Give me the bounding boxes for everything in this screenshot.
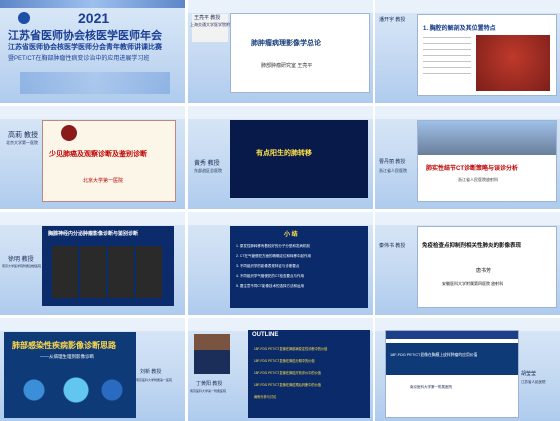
speaker-affiliation: 南京医科大学第一附属医院 [190,389,227,393]
university-seal [61,125,77,141]
video-tile[interactable]: 小 结 1. 原发性肺转移有着较好的分子分型和发病机制 2. CT在气管侵犯方面… [188,212,373,315]
speaker-name: 曹丹丽 教授 [379,159,406,165]
slide-title: 1. 胸腔的解剖及其位置特点 [423,26,496,32]
video-tile[interactable]: 曹丹丽 教授 浙江省人民医院 肺实性结节CT诊断策略与误诊分析 浙江省人民医院放… [375,106,560,209]
anatomy-figure [476,35,550,91]
video-tile[interactable]: 肺部感染性疾病影像诊断思路 ——从病理生理到影像诊断 刘新 教授 南京医科大学附… [0,318,185,421]
slide-subtitle: 安徽医科大学附属第四医院 放射科 [442,281,504,286]
speaker-affiliation: 上海交通大学医学院附属 [190,22,234,27]
bullet-item: 18F-FDG PET/CT显像在肺癌疗效评价中的价值 [254,371,321,375]
slide-view: 免疫检查点抑制剂相关性肺炎的影像表现 唐书芳 安徽医科大学附属第四医院 放射科 [417,226,557,308]
speaker-affiliation: 浙江省人民医院 [379,168,407,173]
slide-view: 肺肿瘤病理影像学总论 肺部肿瘤研究室 王亮平 [230,13,370,93]
slide-view: 18F-FDG PET/CT显像在胸膜上皮样肿瘤的应用价值 南京医科大学第一附属… [385,330,519,418]
video-tile[interactable]: 18F-FDG PET/CT显像在胸膜上皮样肿瘤的应用价值 南京医科大学第一附属… [375,318,560,421]
slide-notes [423,37,471,77]
video-tile[interactable]: 2021 江苏省医师协会核医学医师年会 江苏省医师协会核医学医师分会青年教师讲课… [0,0,185,103]
speaker-name: 高莉 教授 [8,132,38,139]
video-tile[interactable]: 秦伟书 教授 免疫检查点抑制剂相关性肺炎的影像表现 唐书芳 安徽医科大学附属第四… [375,212,560,315]
video-tile[interactable]: 丁黄阳 教授 南京医科大学第一附属医院 OUTLINE 18F-FDG PET/… [188,318,373,421]
title-line-2: 江苏省医师协会核医学医师分会青年教师讲课比赛 [8,44,162,51]
slide-banner [386,343,518,375]
speaker-name: 胡莹莹 [521,371,537,377]
slide-title: 少见肺癌及观察诊断及鉴别诊断 [49,151,147,158]
building-photo [418,121,556,155]
title-line-3: 暨PET/CT在胸部肿瘤性病变诊治中的应用进展学习班 [8,56,150,62]
slide-view: 小 结 1. 原发性肺转移有着较好的分子分型和发病机制 2. CT在气管侵犯方面… [230,226,368,308]
slide-view: 胸腺神经内分泌肿瘤影像诊断与鉴别诊断 [42,226,174,306]
conference-logo [18,12,30,24]
speaker-name: 秦伟书 教授 [379,243,406,249]
bullet-item: 4. 不同组织学气管侵犯的CT检查要点与作用 [236,274,305,278]
speaker-name: 潘开宇 教授 [379,17,406,23]
logo-row [20,72,170,94]
speaker-video [194,334,230,374]
video-tile[interactable]: 高莉 教授 北京大学第一医院 少见肺癌及观察诊断及鉴别诊断 北京大学第一医院 [0,106,185,209]
slide-subtitle: ——从病理生理到影像诊断 [40,354,94,359]
speaker-affiliation: 南京医科大学附属第一医院 [136,378,173,382]
video-conference-grid: 2021 江苏省医师协会核医学医师年会 江苏省医师协会核医学医师分会青年教师讲课… [0,0,560,421]
video-tile[interactable]: 王亮平 教授 上海交通大学医学院附属 肺肿瘤病理影像学总论 肺部肿瘤研究室 王亮… [188,0,373,103]
slide-title: 肺肿瘤病理影像学总论 [251,40,321,47]
bullet-item: 病例分析与讨论 [254,395,277,399]
slide-title: 肺部感染性疾病影像诊断思路 [12,341,116,350]
ct-scan-images [52,246,164,298]
slide-subtitle: 北京大学第一医院 [83,178,124,184]
year-label: 2021 [78,10,110,26]
bullet-item: 3. 不同组织学的影像表现特征与诊断要点 [236,264,300,268]
slide-title: 18F-FDG PET/CT显像在胸膜上皮样肿瘤的应用价值 [390,353,478,357]
speaker-affiliation: 东部战区总医院 [194,168,222,173]
speaker-name: 丁黄阳 教授 [196,381,223,387]
slide-view: 有点阳生的肺转移 [230,120,368,198]
video-tile[interactable]: 黄秀 教授 东部战区总医院 有点阳生的肺转移 [188,106,373,209]
slide-view: 肺部感染性疾病影像诊断思路 ——从病理生理到影像诊断 [4,332,136,418]
bullet-item: 18F-FDG PET/CT显像在肺癌预后判断中的价值 [254,383,321,387]
slide-subtitle: 浙江省人民医院放射科 [458,177,498,182]
title-line-1: 江苏省医师协会核医学医师年会 [8,30,162,42]
bullet-item: 18F-FDG PET/CT显像在肺癌分期中的价值 [254,359,315,363]
slide-title: 有点阳生的肺转移 [256,150,312,157]
slide-subtitle: 南京医科大学第一附属医院 [410,385,452,389]
slide-title: 小 结 [284,232,298,238]
bullet-item: 2. CT在气管侵犯方面的精确定位和转移中起作用 [236,254,312,258]
speaker-name: 徐明 教授 [8,257,34,263]
speaker-name: 王亮平 教授 [194,15,221,21]
speaker-name: 黄秀 教授 [194,161,220,167]
microbe-images [10,368,130,412]
bullet-item: 18F-FDG PET/CT显像在肺部病变定性诊断中的价值 [254,347,328,351]
slide-view: 肺实性结节CT诊断策略与误诊分析 浙江省人民医院放射科 [417,120,557,202]
slide-author: 唐书芳 [476,268,492,274]
video-tile[interactable]: 徐明 教授 南京大学医学院附属鼓楼医院 胸腺神经内分泌肿瘤影像诊断与鉴别诊断 [0,212,185,315]
slide-title: 肺实性结节CT诊断策略与误诊分析 [426,166,518,172]
speaker-affiliation: 南京大学医学院附属鼓楼医院 [2,264,42,268]
slide-title: 免疫检查点抑制剂相关性肺炎的影像表现 [422,243,522,249]
bullet-item: 5. 要注意不同CT影像技术的选择方法和运用 [236,284,305,288]
slide-view: OUTLINE 18F-FDG PET/CT显像在肺部病变定性诊断中的价值 18… [248,330,370,418]
slide-subtitle: 肺部肿瘤研究室 王亮平 [261,63,313,69]
slide-view: 1. 胸腔的解剖及其位置特点 [417,14,557,96]
speaker-affiliation: 江苏省人民医院 [521,380,546,384]
video-tile[interactable]: 潘开宇 教授 1. 胸腔的解剖及其位置特点 [375,0,560,103]
slide-title: 胸腺神经内分泌肿瘤影像诊断与鉴别诊断 [48,231,139,237]
speaker-affiliation: 北京大学第一医院 [6,140,38,145]
speaker-name: 刘新 教授 [140,369,162,375]
slide-header-band [386,331,518,339]
bullet-item: 1. 原发性肺转移有着较好的分子分型和发病机制 [236,244,310,248]
slide-view: 少见肺癌及观察诊断及鉴别诊断 北京大学第一医院 [42,120,176,202]
slide-title: OUTLINE [252,332,279,338]
